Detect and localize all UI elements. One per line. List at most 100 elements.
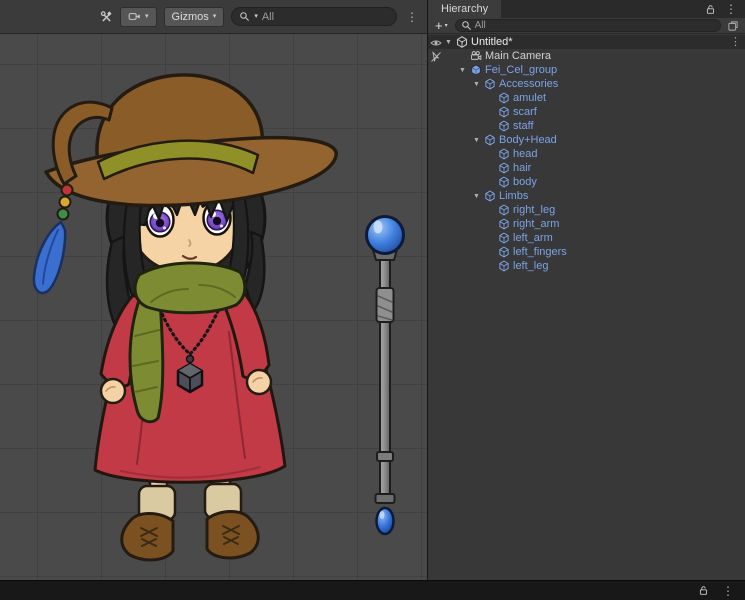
scene-canvas[interactable] — [0, 34, 427, 580]
hierarchy-row-staff[interactable]: staff — [428, 119, 745, 133]
hierarchy-row-left-fingers[interactable]: left_fingers — [428, 245, 745, 259]
cube-icon — [496, 106, 511, 118]
cube-icon — [496, 218, 511, 230]
scene-view-menu-kebab-icon[interactable]: ⋮ — [404, 11, 420, 23]
cube-icon — [482, 190, 497, 202]
cube-icon — [482, 78, 497, 90]
scene-search-value: All — [262, 11, 274, 23]
foldout-icon[interactable]: ▼ — [471, 81, 482, 88]
object-name: left_leg — [513, 260, 548, 272]
cube-icon — [496, 232, 511, 244]
object-name: left_arm — [513, 232, 553, 244]
foldout-icon[interactable]: ▼ — [471, 137, 482, 144]
hierarchy-row-scarf[interactable]: scarf — [428, 105, 745, 119]
cube-icon — [496, 92, 511, 104]
hierarchy-row-main-camera[interactable]: Main Camera — [428, 49, 745, 63]
foldout-icon[interactable]: ▼ — [457, 67, 468, 74]
hierarchy-row-right-leg[interactable]: right_leg — [428, 203, 745, 217]
object-name: right_leg — [513, 204, 555, 216]
chevron-down-icon: ▾ — [145, 13, 149, 20]
hierarchy-search-input[interactable]: All — [455, 19, 721, 32]
cube-icon — [496, 162, 511, 174]
unity-scene-icon — [454, 36, 469, 48]
cube-icon — [496, 120, 511, 132]
object-name: Main Camera — [485, 50, 551, 62]
cube-icon — [496, 246, 511, 258]
hierarchy-tree: ▼ Untitled* ⋮ Main Camera ▼ Fei_Cel_grou… — [428, 34, 745, 580]
right-boot — [207, 512, 258, 558]
bottom-menu-kebab-icon[interactable]: ⋮ — [720, 585, 736, 597]
tabbar-controls: ⋮ — [699, 0, 745, 18]
unity-editor-window: ▾ Gizmos ▾ ▾ All ⋮ — [0, 0, 745, 580]
scarf — [135, 263, 245, 313]
tab-hierarchy[interactable]: Hierarchy — [428, 0, 501, 18]
foldout-icon[interactable]: ▼ — [443, 39, 454, 46]
cube-icon — [496, 204, 511, 216]
object-name: hair — [513, 162, 531, 174]
left-hand — [101, 379, 125, 403]
character-sprite[interactable] — [34, 75, 336, 560]
hierarchy-row-left-leg[interactable]: left_leg — [428, 259, 745, 273]
scene-viewport — [0, 34, 427, 580]
right-hand — [247, 370, 271, 394]
hierarchy-row-accessories[interactable]: ▼ Accessories — [428, 77, 745, 91]
object-name: left_fingers — [513, 246, 567, 258]
cube-icon — [482, 134, 497, 146]
object-name: Body+Head — [499, 134, 557, 146]
hierarchy-row-head[interactable]: head — [428, 147, 745, 161]
hierarchy-toolbar: + ▾ All — [428, 18, 745, 34]
panel-menu-kebab-icon[interactable]: ⋮ — [723, 3, 739, 15]
foldout-icon[interactable]: ▼ — [471, 193, 482, 200]
lock-icon[interactable] — [698, 585, 709, 596]
search-icon — [239, 11, 250, 22]
object-name: Limbs — [499, 190, 528, 202]
tool-settings-icon[interactable] — [100, 10, 113, 23]
cube-icon — [496, 148, 511, 160]
hierarchy-tabbar: Hierarchy ⋮ — [428, 0, 745, 18]
scene-search-input[interactable]: ▾ All — [231, 7, 397, 26]
hierarchy-row-fei-cel-group[interactable]: ▼ Fei_Cel_group — [428, 63, 745, 77]
chevron-down-icon: ▾ — [445, 23, 448, 29]
bottom-status-bar: ⋮ — [0, 580, 745, 600]
hierarchy-panel: Hierarchy ⋮ + ▾ All ▼ Unt — [428, 0, 745, 580]
hierarchy-row-limbs[interactable]: ▼ Limbs — [428, 189, 745, 203]
scene-camera-button[interactable]: ▾ — [120, 7, 157, 27]
search-icon — [461, 20, 472, 31]
left-boot — [122, 514, 173, 560]
chevron-down-icon: ▾ — [213, 13, 217, 20]
object-name: body — [513, 176, 537, 188]
staff-bottom-gem — [377, 508, 394, 534]
object-name: right_arm — [513, 218, 559, 230]
hierarchy-row-untitled-scene[interactable]: ▼ Untitled* ⋮ — [428, 35, 745, 49]
cube-icon — [496, 176, 511, 188]
hierarchy-row-body-head[interactable]: ▼ Body+Head — [428, 133, 745, 147]
object-name: head — [513, 148, 537, 160]
hierarchy-row-right-arm[interactable]: right_arm — [428, 217, 745, 231]
visibility-eye-icon[interactable] — [429, 37, 442, 49]
gizmos-label: Gizmos — [172, 11, 209, 23]
detach-search-window-icon[interactable] — [725, 20, 741, 32]
hierarchy-row-left-arm[interactable]: left_arm — [428, 231, 745, 245]
hierarchy-row-body[interactable]: body — [428, 175, 745, 189]
lock-icon[interactable] — [705, 4, 716, 15]
hierarchy-search-value: All — [475, 20, 486, 31]
scene-toolbar: ▾ Gizmos ▾ ▾ All ⋮ — [0, 0, 427, 34]
prefab-cube-icon — [468, 64, 483, 76]
object-name: staff — [513, 120, 534, 132]
create-object-button[interactable]: + ▾ — [432, 19, 451, 32]
picking-toggle-icon[interactable] — [429, 51, 442, 63]
hierarchy-row-amulet[interactable]: amulet — [428, 91, 745, 105]
object-name: Fei_Cel_group — [485, 64, 557, 76]
scene-name: Untitled* — [471, 36, 513, 48]
staff-orb — [367, 217, 404, 254]
staff-prop[interactable] — [367, 217, 404, 535]
amulet-pendant — [178, 364, 202, 392]
camera-icon — [468, 50, 483, 62]
scene-options-kebab-icon[interactable]: ⋮ — [730, 37, 741, 48]
hierarchy-row-hair[interactable]: hair — [428, 161, 745, 175]
gizmos-dropdown[interactable]: Gizmos ▾ — [164, 7, 225, 27]
scene-view-panel: ▾ Gizmos ▾ ▾ All ⋮ — [0, 0, 428, 580]
scene-camera-icon — [128, 10, 141, 23]
plus-icon: + — [435, 19, 443, 32]
search-filter-caret-icon: ▾ — [254, 13, 258, 20]
